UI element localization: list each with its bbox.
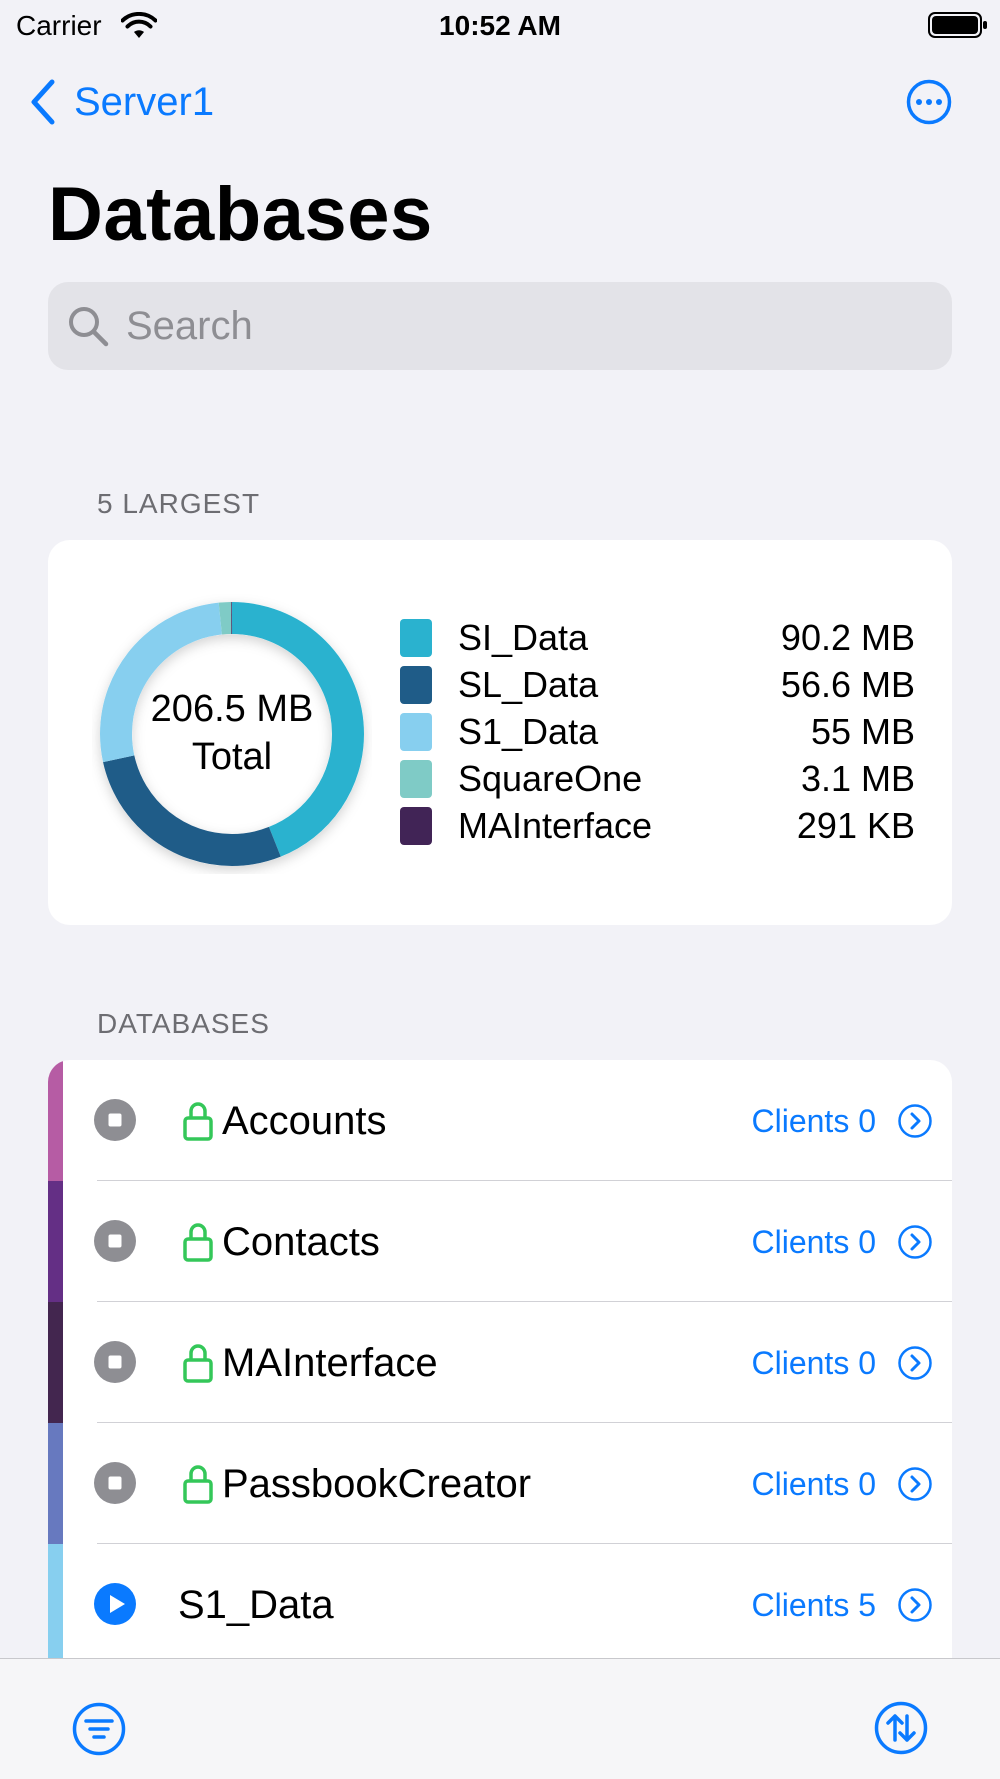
database-color-strip xyxy=(48,1544,63,1660)
lock-icon xyxy=(183,1465,213,1504)
database-row[interactable]: MAInterface Clients 0 xyxy=(48,1302,952,1423)
legend-item: S1_Data 55 MB xyxy=(400,709,915,756)
database-name: MAInterface xyxy=(222,1341,438,1385)
filter-icon[interactable] xyxy=(72,1702,126,1756)
stop-circle-icon[interactable] xyxy=(94,1220,136,1262)
chevron-right-circle-icon[interactable] xyxy=(898,1588,932,1622)
database-color-strip xyxy=(48,1423,63,1544)
donut-total-value: 206.5 MB xyxy=(150,688,314,730)
legend-value: 56.6 MB xyxy=(780,664,915,706)
search-bar[interactable] xyxy=(48,282,952,370)
legend-swatch xyxy=(400,666,432,705)
ellipsis-circle-icon[interactable] xyxy=(906,79,952,125)
chevron-left-icon xyxy=(31,79,55,125)
lock-icon xyxy=(183,1344,213,1383)
legend-item: SI_Data 90.2 MB xyxy=(400,615,915,662)
legend-label: SL_Data xyxy=(458,664,599,706)
search-input[interactable] xyxy=(124,302,888,350)
lock-icon xyxy=(183,1102,213,1141)
clients-count-link[interactable]: Clients 5 xyxy=(752,1587,877,1623)
clients-count-link[interactable]: Clients 0 xyxy=(752,1103,877,1139)
section-header-largest: 5 LARGEST xyxy=(97,488,261,519)
chevron-right-circle-icon[interactable] xyxy=(898,1104,932,1138)
status-bar: Carrier 10:52 AM xyxy=(0,0,1000,50)
legend-label: SquareOne xyxy=(458,757,643,799)
database-name: Accounts xyxy=(222,1099,387,1143)
clock-time: 10:52 AM xyxy=(439,10,561,41)
size-donut-chart xyxy=(100,602,364,866)
chevron-right-circle-icon[interactable] xyxy=(898,1225,932,1259)
stop-circle-icon[interactable] xyxy=(94,1341,136,1383)
back-button[interactable]: Server1 xyxy=(28,78,214,126)
bottom-toolbar xyxy=(0,1658,1000,1779)
sort-icon[interactable] xyxy=(874,1701,928,1755)
database-row[interactable]: Accounts Clients 0 xyxy=(48,1060,952,1181)
legend-label: SI_Data xyxy=(458,617,589,659)
legend-item: SL_Data 56.6 MB xyxy=(400,662,915,709)
stop-circle-icon[interactable] xyxy=(94,1099,136,1141)
section-header-databases: DATABASES xyxy=(97,1008,270,1039)
database-name: Contacts xyxy=(222,1220,380,1264)
database-row[interactable]: Contacts Clients 0 xyxy=(48,1181,952,1302)
chart-legend: SI_Data 90.2 MB SL_Data 56.6 MB S1_Data … xyxy=(400,615,915,849)
clients-count-link[interactable]: Clients 0 xyxy=(752,1345,877,1381)
legend-label: S1_Data xyxy=(458,710,599,752)
database-row[interactable]: PassbookCreator Clients 0 xyxy=(48,1423,952,1544)
chevron-right-circle-icon[interactable] xyxy=(898,1346,932,1380)
legend-value: 55 MB xyxy=(810,710,915,752)
legend-value: 291 KB xyxy=(796,804,915,846)
clients-count-link[interactable]: Clients 0 xyxy=(752,1224,877,1260)
database-name: PassbookCreator xyxy=(222,1462,532,1506)
database-row[interactable]: S1_Data Clients 5 xyxy=(48,1544,952,1660)
stop-circle-icon[interactable] xyxy=(94,1462,136,1504)
clients-count-link[interactable]: Clients 0 xyxy=(752,1466,877,1502)
database-color-strip xyxy=(48,1060,63,1181)
legend-item: MAInterface 291 KB xyxy=(400,802,915,849)
donut-total-label: Total xyxy=(191,736,273,778)
chevron-right-circle-icon[interactable] xyxy=(898,1467,932,1501)
database-color-strip xyxy=(48,1302,63,1423)
legend-label: MAInterface xyxy=(458,804,653,846)
legend-value: 3.1 MB xyxy=(800,757,915,799)
battery-icon xyxy=(928,12,987,38)
legend-swatch xyxy=(400,759,432,798)
page-title: Databases xyxy=(48,172,433,257)
lock-icon xyxy=(183,1223,213,1262)
search-icon xyxy=(69,307,109,347)
legend-value: 90.2 MB xyxy=(780,617,915,659)
back-button-label: Server1 xyxy=(74,79,215,124)
legend-swatch xyxy=(400,712,432,751)
database-name: S1_Data xyxy=(178,1583,334,1627)
legend-swatch xyxy=(400,619,432,658)
play-circle-icon[interactable] xyxy=(94,1583,136,1625)
database-list: Accounts Clients 0 Contacts Clients 0 MA… xyxy=(48,1060,952,1660)
legend-item: SquareOne 3.1 MB xyxy=(400,755,915,802)
legend-swatch xyxy=(400,806,432,845)
database-color-strip xyxy=(48,1181,63,1302)
